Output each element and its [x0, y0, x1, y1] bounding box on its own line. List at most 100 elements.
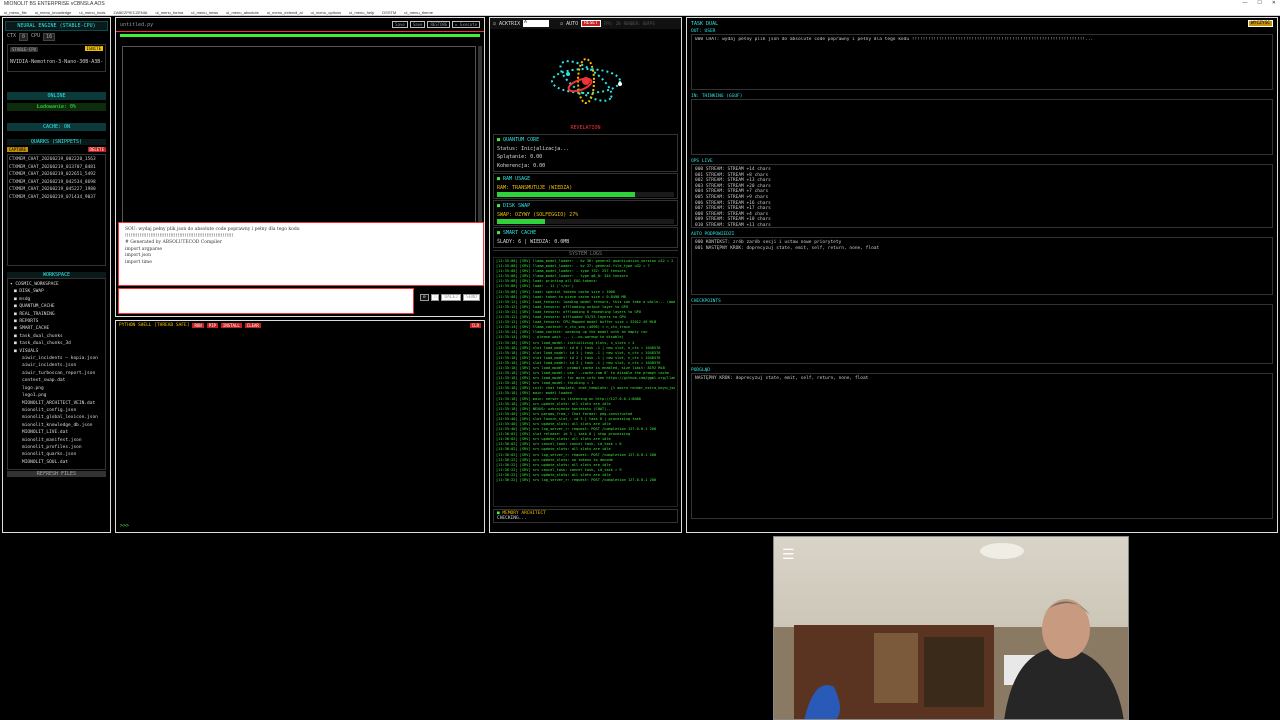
quark-item[interactable]: CTXMEM_CHAT_20260219_071434_9037 — [9, 194, 104, 202]
editor-progress-bar — [120, 34, 480, 37]
folder-item[interactable]: ■ task_dual_chunks — [10, 333, 103, 340]
middle-panel: ☑ ACKTRIX A ☑ AUTO RESET FPS: 20 RENDER:… — [489, 17, 682, 533]
capture-button[interactable]: CAPTURE — [7, 147, 28, 152]
file-item[interactable]: context_swap.dat — [10, 377, 103, 384]
editor-scrollbar[interactable] — [478, 46, 482, 226]
folder-item[interactable]: ■ DISK_SWAP — [10, 288, 103, 295]
ops-live-box: 000 STREAM: STREAM +14 chars 001 STREAM: … — [691, 164, 1273, 228]
quark-item[interactable]: CTXMEM_CHAT_20260219_042534_8698 — [9, 179, 104, 187]
file-item[interactable]: mionolit_manifest.json — [10, 437, 103, 444]
quark-item[interactable]: CTXMEM_CHAT_20260219_045227_1980 — [9, 186, 104, 194]
engine-params: CTX 0 CPU 16 — [3, 31, 110, 43]
folder-item[interactable]: ■ REAL_TRAINING — [10, 311, 103, 318]
menu-item[interactable]: ui_menu_tools — [79, 10, 105, 15]
smart-cache-title: ■ SMART CACHE — [497, 230, 537, 236]
acktrix-label: ACKTRIX — [499, 20, 521, 27]
file-item[interactable]: mionolit_knowledge_db.json — [10, 422, 103, 429]
prompt-input[interactable] — [118, 288, 414, 314]
menu-item[interactable]: DSSTM — [382, 10, 396, 15]
file-item[interactable]: logo.png — [10, 385, 103, 392]
save-as-button[interactable]: Save — [409, 21, 426, 28]
file-item[interactable]: mionolit_quarks.json — [10, 451, 103, 458]
ctx-input[interactable]: 0 — [19, 33, 29, 41]
maximize-button[interactable]: ☐ — [1257, 0, 1261, 6]
menu-item[interactable]: ui_menu_absolute — [226, 10, 259, 15]
file-item[interactable]: aiwir_turboscan_report.json — [10, 370, 103, 377]
file-item[interactable]: aiwir_incidents — kopia.json — [10, 355, 103, 362]
quantum-core-section: ■ QUANTUM CORE Status: Inicjalizacja... … — [493, 134, 678, 172]
quark-item[interactable]: CTXMEM_CHAT_20260219_002220_1563 — [9, 156, 104, 164]
file-item[interactable]: mionolit_global_lexicon.json — [10, 414, 103, 421]
acktrix-checkbox[interactable]: ☑ — [493, 21, 496, 27]
quantum-core-title: ■ QUANTUM CORE — [497, 137, 540, 143]
file-item[interactable]: mionolit_config.json — [10, 407, 103, 414]
disk-swap-title: ■ DISK SWAP — [497, 203, 531, 209]
save-button[interactable]: Save — [392, 21, 408, 28]
menu-item[interactable]: ui_menu_knowledge — [35, 10, 72, 15]
stop-button[interactable]: ⊖ — [420, 294, 429, 301]
model-select[interactable]: STABLE-CPU IGNITE NVIDIA-Nemotron-3-Nano… — [7, 44, 106, 72]
ignite-button[interactable]: IGNITE — [84, 46, 103, 51]
folder-item[interactable]: ■ SMART_CACHE — [10, 325, 103, 332]
menu-item[interactable]: ZABEZPIECZENIA — [113, 10, 147, 15]
refresh-files-button[interactable]: REFRESH FILES — [7, 471, 106, 477]
restore-button[interactable]: RESTORE — [427, 21, 451, 28]
clear-input-button[interactable]: ☐ — [430, 294, 440, 301]
code-editor[interactable] — [122, 46, 476, 226]
folder-item[interactable]: ■ msdg — [10, 296, 103, 303]
cpu-input[interactable]: 16 — [43, 33, 56, 41]
file-item[interactable]: mionolit_profiles.json — [10, 444, 103, 451]
shell-clr-button[interactable]: CLR — [469, 323, 481, 328]
shell-title: PYTHON SHELL [THREAD SAFE] — [119, 323, 190, 328]
menu-item[interactable]: ui_menu_forma — [155, 10, 183, 15]
delete-button[interactable]: DELETE — [87, 147, 106, 152]
execute-button[interactable]: ► Execute — [452, 21, 480, 28]
menu-item[interactable]: ui_menu_news — [191, 10, 218, 15]
menu-item[interactable]: ui_menu_theme — [404, 10, 433, 15]
shell-clear-button[interactable]: CLEAR — [244, 323, 261, 328]
file-item[interactable]: MIONOLIT_SOUL.dat — [10, 459, 103, 466]
shell-header: PYTHON SHELL [THREAD SAFE] RUN PIP INSTA… — [116, 321, 484, 330]
file-item[interactable]: MIONOLIT_ARCHITECT_VEIN.dat — [10, 400, 103, 407]
folder-item[interactable]: ▾ COSMIC_WORKSPACE — [10, 281, 103, 288]
reset-button[interactable]: RESET — [581, 20, 601, 27]
window-title: MIONOLIT BS ENTERPRISE vCBNSLA AOS — [4, 1, 105, 7]
menu-item[interactable]: ui_menu_help — [349, 10, 374, 15]
menu-item[interactable]: ui_menu_extendi_ai — [267, 10, 303, 15]
shell-install-button[interactable]: INSTALL — [220, 323, 242, 328]
system-logs: [11:35:08] [SRV] llama_model_loader: - k… — [493, 257, 678, 507]
menu-icon[interactable]: ☰ — [782, 547, 795, 563]
shell-pip-button[interactable]: PIP — [206, 323, 218, 328]
folder-item[interactable]: ■ VISUALS — [10, 348, 103, 355]
editor-panel: untitled.py Save Save RESTORE ► Execute … — [115, 17, 485, 317]
task-dual-title: TASK DUAL — [691, 20, 719, 27]
auto-checkbox[interactable]: ☑ — [560, 21, 563, 27]
quantum-visualization: REVELATION — [490, 29, 681, 133]
ram-title: ■ RAM USAGE — [497, 176, 531, 182]
auto-hint-line: 001 NASTĘPNY KROK: doprecyzuj state, emi… — [695, 245, 880, 251]
dalej-button[interactable]: DALEJ — [441, 294, 461, 301]
shell-prompt[interactable]: >>> — [120, 523, 129, 529]
quark-item[interactable]: CTXMEM_CHAT_20260219_013707_8481 — [9, 164, 104, 172]
quark-item[interactable]: CTXMEM_CHAT_20260219_022651_5492 — [9, 171, 104, 179]
menu-item[interactable]: ui_menu_file — [4, 10, 27, 15]
ops-line: 010 STREAM: STREAM +11 chars — [695, 222, 771, 228]
shell-run-button[interactable]: RUN — [192, 323, 204, 328]
stable-tag: STABLE-CPU — [10, 47, 39, 52]
online-status: ONLINE — [7, 92, 106, 100]
folder-item[interactable]: ■ REPORTS — [10, 318, 103, 325]
clear-button[interactable]: WYCZYŚĆ — [1248, 20, 1273, 27]
neural-engine-title: NEURAL ENGINE (STABLE-CPU) — [5, 21, 108, 31]
folder-item[interactable]: ■ task_dual_chunks_3d — [10, 340, 103, 347]
disk-swap-section: ■ DISK SWAP SWAP: OZYWY (SOLFEGGIO) 27% — [493, 200, 678, 226]
file-item[interactable]: MIONOLIT_LIVE.dat — [10, 429, 103, 436]
minimize-button[interactable]: — — [1242, 0, 1247, 6]
close-button[interactable]: ✕ — [1272, 0, 1276, 6]
file-item[interactable]: logo1.png — [10, 392, 103, 399]
file-item[interactable]: aiwir_incidents.json — [10, 362, 103, 369]
ram-bar — [497, 192, 674, 197]
menu-item[interactable]: ui_menu_options — [311, 10, 341, 15]
send-button[interactable]: SEND — [462, 294, 480, 301]
mode-select[interactable]: A — [523, 20, 550, 27]
folder-item[interactable]: ■ QUANTUM_CACHE — [10, 303, 103, 310]
